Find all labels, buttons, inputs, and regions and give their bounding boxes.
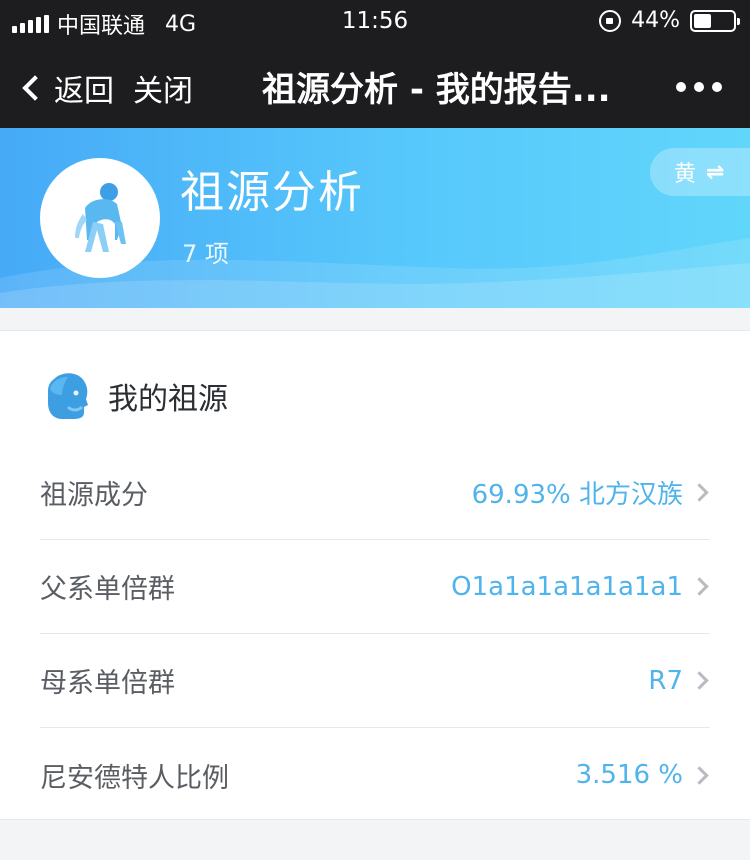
battery-icon <box>690 9 740 32</box>
more-button[interactable] <box>676 82 722 92</box>
page-title: 祖源分析 - 我的报告... <box>262 70 611 110</box>
row-value: 69.93% 北方汉族 <box>471 480 683 510</box>
ape-icon <box>75 183 126 252</box>
list-item-ancestry-composition[interactable]: 祖源成分 69.93% 北方汉族 <box>40 446 710 540</box>
item-count: 7 项 <box>182 240 229 268</box>
ape-avatar <box>40 158 160 278</box>
row-right: 3.516 % <box>576 760 710 790</box>
back-label: 返回 <box>54 74 114 109</box>
status-bar: 中国联通 4G 11:56 44% <box>0 0 750 42</box>
row-value: 3.516 % <box>575 760 683 790</box>
row-label: 母系单倍群 <box>40 668 175 699</box>
header-banner: 祖源分析 7 项 黄 ⇌ <box>0 128 750 308</box>
list-item-maternal-haplogroup[interactable]: 母系单倍群 R7 <box>40 634 710 728</box>
more-dot-icon <box>712 82 722 92</box>
more-dot-icon <box>676 82 686 92</box>
battery-percent: 44% <box>631 8 680 33</box>
more-dot-icon <box>694 82 704 92</box>
face-profile-icon <box>48 373 88 419</box>
list-item-paternal-haplogroup[interactable]: 父系单倍群 O1a1a1a1a1a1a1 <box>40 540 710 634</box>
nav-bar: 返回 关闭 祖源分析 - 我的报告... <box>0 42 750 128</box>
chevron-right-icon <box>690 765 709 785</box>
chevron-right-icon <box>690 671 709 690</box>
close-button[interactable]: 关闭 <box>133 66 193 110</box>
swap-icon: ⇌ <box>706 159 725 185</box>
chevron-right-icon <box>690 577 709 596</box>
switch-button[interactable]: 黄 ⇌ <box>650 148 750 196</box>
chevron-left-icon <box>22 75 48 101</box>
row-value: R7 <box>648 665 683 696</box>
card-header: 我的祖源 <box>44 371 228 421</box>
row-right: O1a1a1a1a1a1a1 <box>451 572 710 602</box>
switch-label: 黄 <box>674 162 697 187</box>
row-label: 祖源成分 <box>40 480 148 511</box>
row-value: O1a1a1a1a1a1a1 <box>451 571 683 602</box>
battery-level <box>694 13 711 28</box>
list-item-neanderthal-ratio[interactable]: 尼安德特人比例 3.516 % <box>40 728 710 822</box>
row-label: 尼安德特人比例 <box>40 762 229 794</box>
status-right: 44% <box>599 8 740 33</box>
chevron-right-icon <box>690 483 709 502</box>
row-label: 父系单倍群 <box>40 574 175 605</box>
card-title: 我的祖源 <box>108 382 228 417</box>
row-right: 69.93% 北方汉族 <box>472 474 710 511</box>
rotation-lock-icon <box>599 9 622 32</box>
ancestry-card: 我的祖源 祖源成分 69.93% 北方汉族 父系单倍群 O1a1a1a1a1a1… <box>0 330 750 820</box>
row-right: R7 <box>648 666 710 696</box>
back-button[interactable]: 返回 <box>20 66 114 110</box>
banner-title: 祖源分析 <box>180 167 364 218</box>
